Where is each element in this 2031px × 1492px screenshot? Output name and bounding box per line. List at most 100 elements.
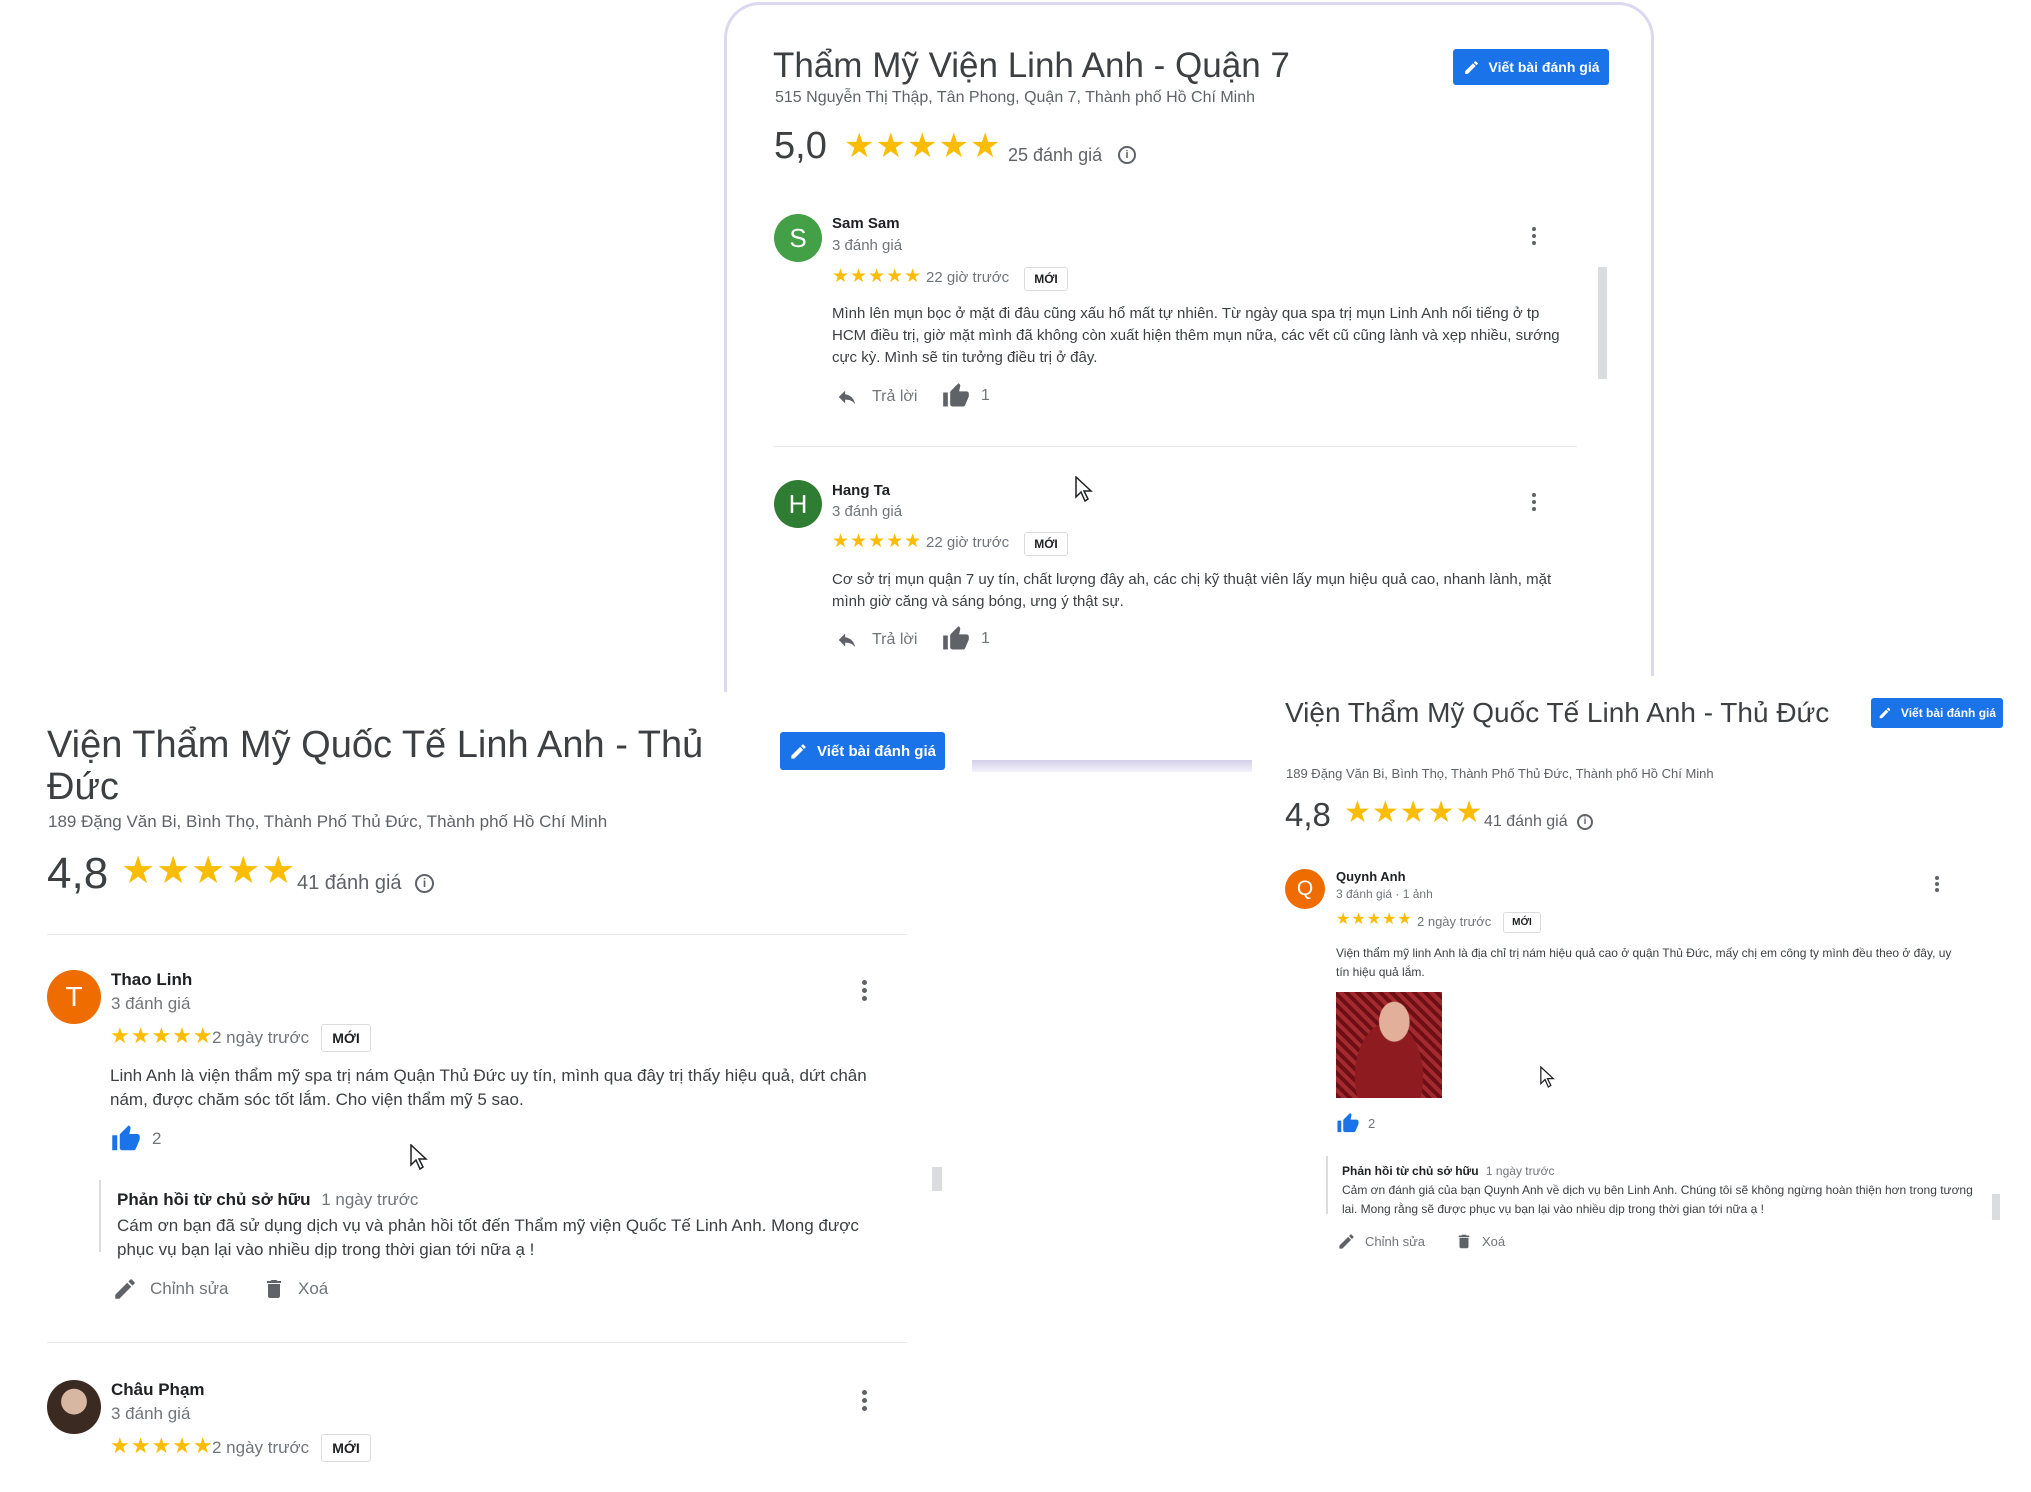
owner-reply-time: 1 ngày trước — [321, 1190, 419, 1209]
card-edge-shadow — [972, 760, 1252, 772]
delete-label: Xoá — [1482, 1234, 1506, 1249]
business-title: Viện Thẩm Mỹ Quốc Tế Linh Anh - Thủ Đức — [1285, 697, 1830, 728]
reviewer-name[interactable]: Thao Linh — [111, 970, 192, 990]
like-count: 2 — [1368, 1116, 1376, 1131]
thumbs-up-icon — [1337, 1112, 1359, 1133]
like-action[interactable]: 2 — [110, 1124, 161, 1154]
review-text: Viện thẩm mỹ linh Anh là địa chỉ trị nám… — [1336, 946, 1952, 979]
pencil-icon — [1339, 1234, 1354, 1249]
business-address: 189 Đặng Văn Bi, Bình Thọ, Thành Phố Thủ… — [48, 812, 608, 831]
average-rating: 4,8 — [47, 849, 109, 898]
review-count: 25 đánh giá — [1008, 145, 1103, 165]
thumbs-up-icon — [943, 626, 969, 650]
average-rating: 4,8 — [1285, 796, 1331, 833]
avatar: H — [774, 480, 822, 528]
reviewer-name[interactable]: Hang Ta — [832, 482, 890, 499]
like-count: 1 — [981, 387, 990, 404]
reply-label: Trả lời — [872, 631, 918, 648]
avatar: Q — [1285, 869, 1325, 909]
review-count: 41 đánh giá — [1484, 813, 1568, 830]
avatar: S — [774, 214, 822, 262]
edit-action[interactable]: Chỉnh sửa — [112, 1276, 228, 1302]
like-action[interactable]: 2 — [1336, 1112, 1375, 1135]
top-review-card: Thẩm Mỹ Viện Linh Anh - Quận 7 515 Nguyễ… — [724, 2, 1654, 695]
reviewer-meta: 3 đánh giá — [832, 503, 903, 520]
info-icon[interactable]: i — [415, 874, 434, 893]
business-address: 189 Đặng Văn Bi, Bình Thọ, Thành Phố Thủ… — [1286, 766, 1714, 781]
pencil-icon — [1464, 60, 1478, 74]
trash-icon — [1458, 1234, 1470, 1249]
write-review-label: Viết bài đánh giá — [817, 742, 936, 760]
scrollbar[interactable] — [1598, 267, 1607, 379]
business-title: Viện Thẩm Mỹ Quốc Tế Linh Anh - Thủ Đức — [47, 724, 704, 808]
average-stars: ★★★★★ — [844, 127, 1002, 165]
like-action[interactable]: 1 — [941, 382, 990, 410]
owner-reply-title: Phản hồi từ chủ sở hữu — [117, 1190, 311, 1209]
left-review-card: Viện Thẩm Mỹ Quốc Tế Linh Anh - Thủ Đức … — [0, 692, 972, 1492]
like-count: 1 — [981, 630, 990, 647]
pencil-icon — [791, 743, 806, 759]
info-icon[interactable]: i — [1577, 814, 1593, 830]
review-stars: ★★★★★ — [110, 1433, 214, 1458]
reviewer-meta: 3 đánh giá — [832, 237, 903, 254]
average-rating: 5,0 — [774, 125, 827, 167]
new-badge: MỚI — [321, 1024, 371, 1052]
reviewer-name[interactable]: Châu Phạm — [111, 1380, 205, 1400]
owner-reply-title: Phản hồi từ chủ sở hữu — [1342, 1164, 1479, 1178]
owner-reply-text: Cám ơn bạn đã sử dụng dịch vụ và phản hồ… — [117, 1216, 859, 1259]
review-time: 22 giờ trước — [926, 534, 1010, 551]
avatar: T — [47, 970, 101, 1024]
review-divider — [47, 1342, 907, 1343]
edit-label: Chỉnh sửa — [150, 1279, 229, 1298]
scrollbar[interactable] — [932, 1167, 942, 1191]
owner-reply-time: 1 ngày trước — [1485, 1164, 1555, 1178]
write-review-label: Viết bài đánh giá — [1900, 706, 1997, 720]
trash-icon — [267, 1280, 281, 1298]
reply-arrow-icon — [838, 390, 856, 405]
average-stars: ★★★★★ — [1344, 796, 1484, 829]
edit-action[interactable]: Chỉnh sửa — [1337, 1232, 1425, 1251]
scrollbar[interactable] — [1992, 1194, 2000, 1220]
delete-action[interactable]: Xoá — [1455, 1232, 1505, 1251]
new-badge: MỚI — [321, 1434, 371, 1462]
reviewer-meta: 3 đánh giá — [111, 994, 191, 1013]
like-count: 2 — [152, 1129, 162, 1148]
section-divider — [47, 934, 907, 935]
new-badge: MỚI — [1024, 267, 1068, 291]
owner-reply-bar — [99, 1180, 101, 1252]
review-stars: ★★★★★ — [1336, 911, 1413, 928]
kebab-menu-icon[interactable] — [1934, 876, 1939, 892]
average-stars: ★★★★★ — [121, 850, 297, 892]
review-time: 2 ngày trước — [212, 1028, 310, 1047]
owner-reply-header: Phản hồi từ chủ sở hữu 1 ngày trước — [117, 1190, 418, 1210]
kebab-menu-icon[interactable] — [1531, 227, 1537, 245]
review-photo[interactable] — [1336, 992, 1442, 1098]
reviewer-name[interactable]: Quynh Anh — [1336, 869, 1406, 884]
kebab-menu-icon[interactable] — [861, 980, 867, 1001]
review-count: 41 đánh giá — [297, 872, 402, 894]
write-review-label: Viết bài đánh giá — [1488, 59, 1600, 75]
reply-action[interactable]: Trả lời — [834, 386, 917, 408]
mouse-cursor-icon — [1540, 1066, 1555, 1088]
kebab-menu-icon[interactable] — [1531, 493, 1537, 511]
info-icon[interactable]: i — [1118, 146, 1136, 164]
business-title: Thẩm Mỹ Viện Linh Anh - Quận 7 — [773, 46, 1290, 85]
avatar — [47, 1380, 101, 1434]
kebab-menu-icon[interactable] — [861, 1390, 867, 1411]
review-stars: ★★★★★ — [110, 1023, 214, 1048]
review-text: Mình lên mụn bọc ở mặt đi đâu cũng xấu h… — [832, 305, 1560, 366]
delete-action[interactable]: Xoá — [262, 1276, 328, 1302]
delete-label: Xoá — [298, 1279, 329, 1298]
write-review-button[interactable]: Viết bài đánh giá — [1453, 49, 1609, 85]
reviewer-meta: 3 đánh giá · 1 ảnh — [1336, 887, 1433, 901]
reviewer-name[interactable]: Sam Sam — [832, 215, 900, 232]
thumbs-up-icon — [943, 383, 969, 407]
new-badge: MỚI — [1024, 532, 1068, 556]
reply-action[interactable]: Trả lời — [834, 629, 917, 651]
like-action[interactable]: 1 — [941, 625, 990, 653]
owner-reply-bar — [1326, 1156, 1328, 1214]
review-time: 22 giờ trước — [926, 269, 1010, 286]
business-address: 515 Nguyễn Thị Thập, Tân Phong, Quận 7, … — [775, 89, 1256, 106]
write-review-button[interactable]: Viết bài đánh giá — [780, 732, 945, 770]
write-review-button[interactable]: Viết bài đánh giá — [1871, 698, 2003, 728]
